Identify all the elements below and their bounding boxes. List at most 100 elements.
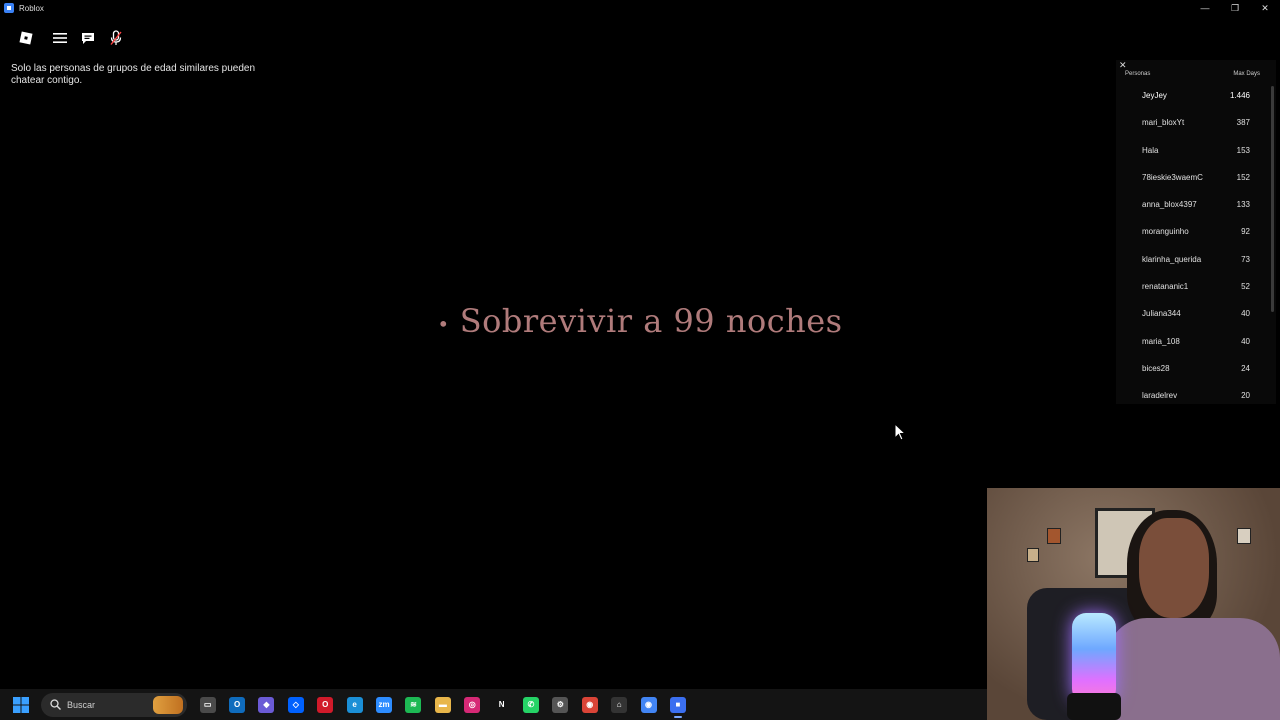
taskbar-app-store[interactable]: ⌂: [604, 689, 633, 720]
player-name: renatananic1: [1142, 282, 1189, 292]
leaderboard-row[interactable]: renatananic1 52: [1116, 273, 1266, 300]
leaderboard-rows: JeyJey 1.446 mari_bloxYt 387 Hala 153 78ieskie…: [1116, 82, 1266, 404]
taskbar-app-dropbox[interactable]: ◇: [281, 689, 310, 720]
player-name: bices28: [1142, 363, 1170, 373]
column-header-max-days: Max Days: [1233, 71, 1260, 77]
wall-photo: [1027, 548, 1039, 562]
taskbar-app-outlook[interactable]: O: [222, 689, 251, 720]
max-days-value: 73: [1241, 254, 1250, 264]
store-icon: ⌂: [611, 696, 628, 713]
chat-button[interactable]: [74, 25, 102, 51]
menu-icon: [53, 33, 67, 43]
taskbar-app-copilot[interactable]: ◆: [252, 689, 281, 720]
taskbar-app-roblox[interactable]: ■: [663, 689, 692, 720]
max-days-value: 20: [1241, 391, 1250, 401]
taskbar-app-chrome[interactable]: ◉: [575, 689, 604, 720]
leaderboard-row[interactable]: laradelrev 20: [1116, 382, 1266, 404]
outlook-icon: O: [229, 696, 246, 713]
leaderboard-row[interactable]: maria_108 40: [1116, 328, 1266, 355]
max-days-value: 40: [1241, 336, 1250, 346]
player-name: maria_108: [1142, 336, 1180, 346]
leaderboard-row[interactable]: moranguinho 92: [1116, 218, 1266, 245]
taskbar-app-opera[interactable]: O: [311, 689, 340, 720]
microphone-icon: [110, 30, 122, 45]
edge-icon: e: [346, 696, 363, 713]
leaderboard-row[interactable]: Juliana344 40: [1116, 300, 1266, 327]
game-objective-text: • Sobrevivir a 99 noches: [0, 302, 1280, 340]
taskbar-app-edge[interactable]: e: [340, 689, 369, 720]
windows-taskbar: Buscar ▭ O ◆ ◇ Oe zm ≋ ▬ ◎ N ✆ ⚙ ◉ ⌂ ◉ ■: [0, 689, 987, 720]
leaderboard-row[interactable]: mari_bloxYt 387: [1116, 109, 1266, 136]
wall-photo: [1047, 528, 1061, 544]
max-days-value: 152: [1236, 172, 1250, 182]
instagram-icon: ◎: [464, 696, 481, 713]
player-leaderboard: ✕ Personas Max Days JeyJey 1.446 mari_blox…: [1116, 60, 1276, 404]
taskbar-app-instagram[interactable]: ◎: [458, 689, 487, 720]
roblox-app-icon: [4, 3, 14, 13]
leaderboard-row[interactable]: JeyJey 1.446: [1116, 82, 1266, 109]
bullet-dot: •: [437, 311, 450, 336]
age-chat-notice: Solo las personas de grupos de edad simi…: [11, 63, 256, 86]
hamburger-menu-button[interactable]: [46, 25, 74, 51]
start-button[interactable]: [5, 689, 37, 720]
player-name: laradelrev: [1142, 391, 1178, 401]
person-face: [1139, 518, 1209, 618]
taskbar-app-spotify[interactable]: ≋: [399, 689, 428, 720]
max-days-value: 133: [1236, 200, 1250, 210]
copilot-icon: ◆: [258, 696, 275, 713]
max-days-value: 1.446: [1229, 91, 1250, 100]
roblox-menu-button[interactable]: [12, 25, 40, 51]
leaderboard-row[interactable]: Hala 153: [1116, 137, 1266, 164]
close-window-button[interactable]: ✕: [1250, 0, 1280, 16]
netflix-icon: N: [493, 696, 510, 713]
taskbar-app-chrome-alt[interactable]: ◉: [634, 689, 663, 720]
microphone-button[interactable]: [102, 25, 130, 51]
maximize-button[interactable]: ❐: [1220, 0, 1250, 16]
chrome-icon: ◉: [581, 696, 598, 713]
taskbar-app-settings[interactable]: ⚙: [546, 689, 575, 720]
taskbar-app-zoom[interactable]: zm: [369, 689, 398, 720]
leaderboard-scrollbar[interactable]: [1271, 86, 1274, 312]
roblox-topbar: [12, 25, 130, 51]
chrome-alt-icon: ◉: [640, 696, 657, 713]
roblox-logo-icon: [19, 31, 33, 45]
rgb-lamp: [1072, 613, 1116, 703]
max-days-value: 92: [1241, 227, 1250, 237]
taskbar-search[interactable]: Buscar: [41, 692, 187, 717]
folder-icon: ▬: [434, 696, 451, 713]
player-name: JeyJey: [1142, 91, 1167, 100]
minimize-button[interactable]: —: [1190, 0, 1220, 16]
player-name: Hala: [1142, 145, 1159, 155]
player-name: moranguinho: [1142, 227, 1189, 237]
opera-icon: O: [317, 696, 334, 713]
taskbar-apps: ▭ O ◆ ◇ Oe zm ≋ ▬ ◎ N ✆ ⚙ ◉ ⌂ ◉ ■: [193, 689, 693, 720]
leaderboard-row[interactable]: 78ieskie3waemC 152: [1116, 164, 1266, 191]
search-label: Buscar: [67, 699, 96, 710]
zoom-icon: zm: [376, 696, 393, 713]
max-days-value: 24: [1241, 363, 1250, 373]
max-days-value: 52: [1241, 282, 1250, 292]
leaderboard-row[interactable]: klarinha_querida 73: [1116, 246, 1266, 273]
max-days-value: 153: [1236, 145, 1250, 155]
player-name: klarinha_querida: [1142, 254, 1202, 264]
player-name: anna_blox4397: [1142, 200, 1197, 210]
leaderboard-row[interactable]: bices28 24: [1116, 355, 1266, 382]
taskbar-app-netflix[interactable]: N: [487, 689, 516, 720]
spotify-icon: ≋: [405, 696, 422, 713]
leaderboard-row[interactable]: anna_blox4397 133: [1116, 191, 1266, 218]
webcam-overlay: [987, 488, 1280, 720]
column-header-players: Personas: [1125, 71, 1151, 77]
leaderboard-close-button[interactable]: ✕: [1119, 60, 1127, 71]
objective-message: Sobrevivir a 99 noches: [459, 302, 843, 340]
taskbar-app-folder[interactable]: ▬: [428, 689, 457, 720]
max-days-value: 40: [1241, 309, 1250, 319]
taskbar-app-file-explorer[interactable]: ▭: [193, 689, 222, 720]
mouse-cursor-icon: [894, 423, 906, 441]
search-icon: [50, 699, 61, 710]
player-name: 78ieskie3waemC: [1142, 172, 1203, 182]
dropbox-icon: ◇: [287, 696, 304, 713]
topbar-button-group: [46, 25, 130, 51]
taskbar-app-whatsapp[interactable]: ✆: [516, 689, 545, 720]
roblox-icon: ■: [669, 696, 686, 713]
window-title: Roblox: [19, 3, 44, 13]
